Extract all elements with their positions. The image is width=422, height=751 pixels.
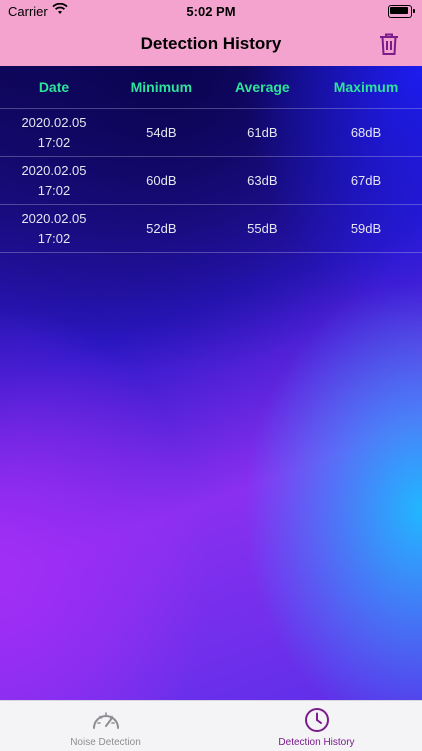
tab-noise-detection[interactable]: Noise Detection — [0, 701, 211, 751]
column-header-average: Average — [214, 66, 311, 109]
table-row[interactable]: 2020.02.05 17:02 52dB 55dB 59dB — [0, 204, 422, 253]
page-title: Detection History — [140, 34, 282, 53]
row-date: 2020.02.05 17:02 — [0, 204, 108, 253]
tab-detection-history[interactable]: Detection History — [211, 701, 422, 751]
row-maximum: 68dB — [310, 108, 422, 157]
tab-label-noise-detection: Noise Detection — [70, 737, 141, 748]
table-row[interactable]: 2020.02.05 17:02 54dB 61dB 68dB — [0, 108, 422, 157]
navigation-bar: Detection History — [0, 22, 422, 66]
row-maximum: 59dB — [310, 204, 422, 253]
table-header-row: Date Minimum Average Maximum — [0, 66, 422, 109]
row-date: 2020.02.05 17:02 — [0, 108, 108, 157]
history-content: Date Minimum Average Maximum 2020.02.05 … — [0, 66, 422, 700]
row-minimum: 54dB — [108, 108, 215, 157]
table-row[interactable]: 2020.02.05 17:02 60dB 63dB 67dB — [0, 156, 422, 205]
clock-time: 5:02 PM — [186, 4, 236, 19]
tab-label-detection-history: Detection History — [278, 737, 355, 748]
gauge-icon — [91, 707, 121, 733]
history-table: Date Minimum Average Maximum 2020.02.05 … — [0, 66, 422, 253]
row-average: 55dB — [214, 204, 311, 253]
column-header-date: Date — [0, 66, 108, 109]
trash-icon[interactable] — [378, 32, 400, 56]
row-minimum: 52dB — [108, 204, 215, 253]
column-header-minimum: Minimum — [108, 66, 215, 109]
status-bar: Carrier 5:02 PM — [0, 0, 422, 22]
row-minimum: 60dB — [108, 156, 215, 205]
row-average: 63dB — [214, 156, 311, 205]
battery-icon — [388, 5, 415, 18]
row-maximum: 67dB — [310, 156, 422, 205]
row-date: 2020.02.05 17:02 — [0, 156, 108, 205]
tab-bar: Noise Detection Detection History — [0, 700, 422, 751]
column-header-maximum: Maximum — [310, 66, 422, 109]
row-average: 61dB — [214, 108, 311, 157]
clock-icon — [302, 707, 332, 733]
